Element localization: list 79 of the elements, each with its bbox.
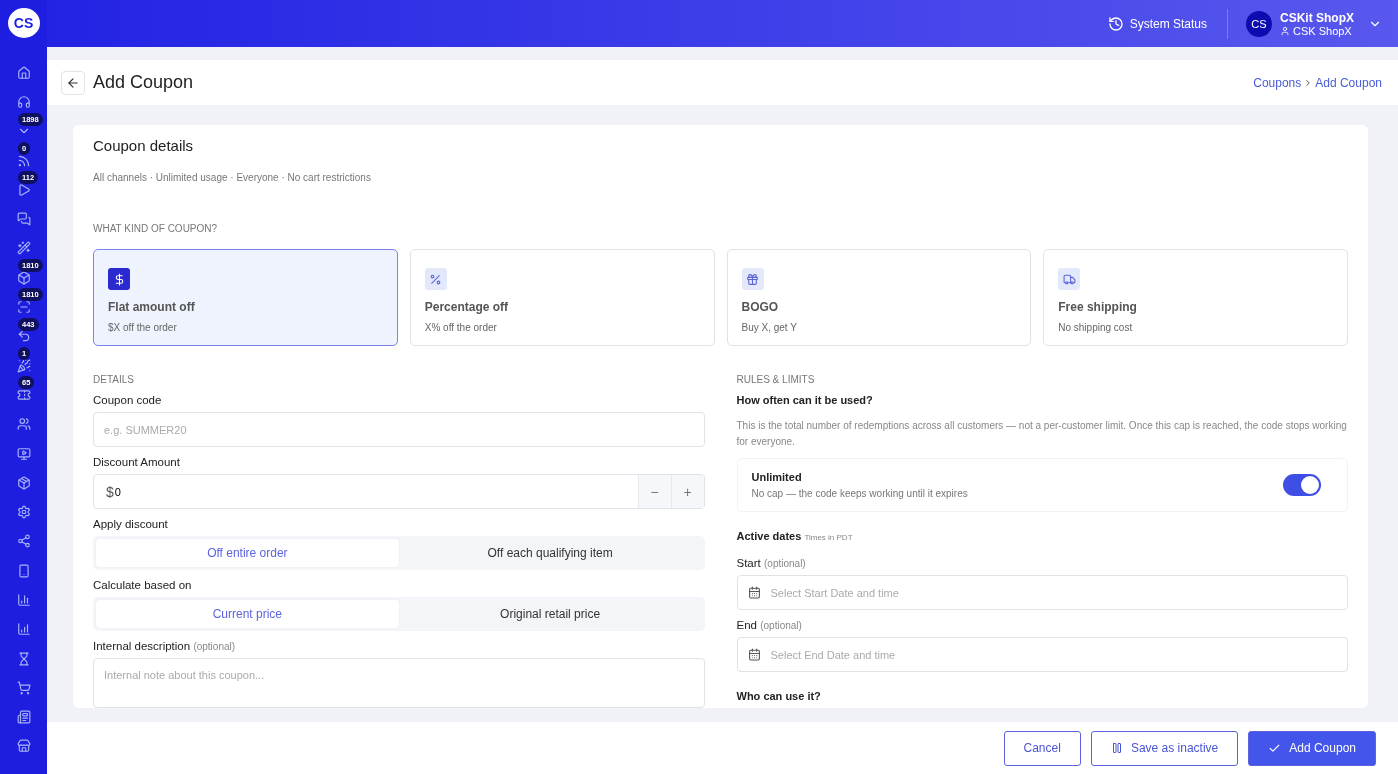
headset-icon[interactable] [16, 94, 31, 109]
cart-icon[interactable] [16, 680, 31, 695]
add-coupon-button[interactable]: Add Coupon [1248, 730, 1376, 766]
end-date-picker[interactable]: Select End Date and time [736, 637, 1348, 672]
avatar[interactable]: CS [1246, 10, 1272, 37]
store-icon[interactable] [16, 739, 31, 754]
box-icon[interactable] [16, 270, 31, 285]
ticket-icon[interactable] [16, 387, 31, 402]
segment-option[interactable]: Off each qualifying item [398, 539, 702, 567]
start-date-input[interactable]: Select Start Date and time [768, 585, 1337, 600]
percent-icon [424, 268, 447, 290]
chart-icon[interactable] [16, 593, 31, 607]
home-icon[interactable] [16, 65, 31, 80]
cancel-button[interactable]: Cancel [1003, 730, 1081, 766]
hourglass-icon[interactable] [16, 651, 31, 666]
field-label: Internal description (optional) [93, 640, 237, 652]
coupon-type-option[interactable]: Percentage off X% off the order [409, 249, 715, 346]
breadcrumb-link[interactable]: Coupons [1253, 75, 1302, 90]
discount-amount-field[interactable]: $0 − + [93, 474, 705, 509]
segment-option[interactable]: Original retail price [398, 600, 702, 628]
option-title: Unlimited [751, 471, 803, 483]
truck-icon [1058, 268, 1081, 290]
wand-icon[interactable] [16, 241, 31, 256]
chart2-icon[interactable] [16, 622, 31, 637]
settings-icon[interactable] [16, 505, 31, 520]
page-title: Add Coupon [93, 72, 195, 93]
account-name: CSKit ShopX [1280, 10, 1354, 25]
end-date-input[interactable]: Select End Date and time [768, 647, 1337, 662]
field-label: Calculate based on [93, 579, 193, 591]
question-heading: Active dates Times in PDT [736, 530, 854, 542]
coupon-type-option[interactable]: Flat amount off $X off the order [93, 249, 398, 346]
phone-icon[interactable] [16, 563, 31, 578]
coupon-type-option[interactable]: Free shipping No shipping cost [1043, 249, 1348, 346]
field-label: Apply discount [93, 518, 169, 530]
section-heading: WHAT KIND OF COUPON? [93, 223, 219, 234]
summary-text: All channels · Unlimited usage · Everyone · No cart restrictions [93, 172, 372, 183]
field-label: Discount Amount [93, 456, 181, 468]
user-icon [1280, 25, 1290, 36]
section-heading: DETAILS [93, 374, 135, 385]
start-date-picker[interactable]: Select Start Date and time [736, 575, 1348, 610]
scan-icon[interactable] [16, 300, 31, 314]
decrement-button[interactable]: − [637, 475, 671, 508]
gift-icon [741, 268, 764, 290]
section-heading: RULES & LIMITS [736, 374, 816, 385]
help-text: This is the total number of redemptions across all customers — not a per-customer limit. Once this cap is reached, the code stops working for everyone. [736, 419, 1348, 449]
system-status-link[interactable]: System Status [1129, 16, 1207, 31]
calendar-icon [747, 648, 761, 661]
chat-icon[interactable] [16, 212, 31, 227]
segment-option[interactable]: Off entire order [96, 539, 399, 567]
calendar-icon [747, 586, 761, 599]
option-description: No cap — the code keeps working until it expires [751, 488, 968, 499]
pause-icon [1110, 742, 1123, 754]
breadcrumb-link[interactable]: Add Coupon [1315, 75, 1382, 90]
package-icon[interactable] [16, 475, 31, 490]
logo[interactable]: CS [7, 8, 40, 38]
increment-button[interactable]: + [670, 475, 704, 508]
user-name: CSK ShopX [1293, 24, 1352, 37]
field-label: End (optional) [736, 619, 803, 631]
toggle-switch[interactable] [1283, 474, 1321, 496]
play-icon[interactable] [16, 182, 31, 197]
card-title: Coupon details [93, 137, 195, 154]
description-field[interactable]: Internal note about this coupon... [93, 658, 705, 708]
dollar-icon [108, 268, 130, 290]
undo-icon[interactable] [16, 329, 31, 344]
rss-icon[interactable] [16, 153, 31, 168]
users-icon[interactable] [16, 417, 31, 432]
coupon-type-option[interactable]: BOGO Buy X, get Y [726, 249, 1032, 346]
segment-option[interactable]: Current price [96, 600, 399, 628]
back-button[interactable] [61, 70, 85, 95]
share-icon[interactable] [16, 534, 31, 549]
clock-icon[interactable] [1107, 15, 1124, 32]
question-heading: Who can use it? [736, 690, 822, 702]
coupon-code-field[interactable]: e.g. SUMMER20 [93, 412, 705, 447]
news-icon[interactable] [16, 710, 31, 725]
monitor-icon[interactable] [16, 446, 31, 461]
party-icon[interactable] [16, 358, 31, 373]
field-label: Start (optional) [736, 557, 807, 569]
question-heading: How often can it be used? [736, 394, 874, 406]
field-label: Coupon code [93, 394, 163, 406]
